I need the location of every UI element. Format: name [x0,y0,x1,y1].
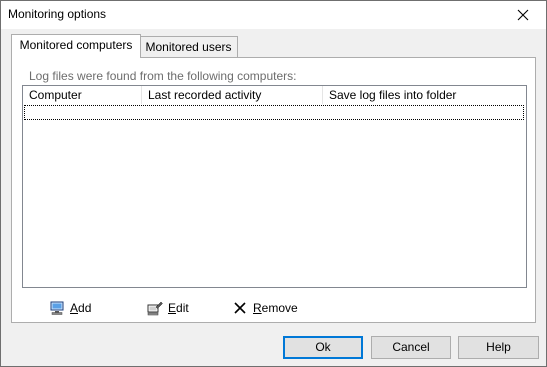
tab-label: Monitored users [145,40,232,54]
ok-button[interactable]: Ok [283,336,363,359]
add-label: Add [70,301,92,315]
info-label: Log files were found from the following … [29,69,297,83]
help-button[interactable]: Help [458,336,539,359]
computers-list[interactable]: Computer Last recorded activity Save log… [22,85,527,288]
edit-button[interactable]: Edit [146,298,189,318]
edit-label: Edit [168,301,189,315]
monitoring-options-dialog: Monitoring options Monitored computers M… [0,0,547,367]
help-label: Help [486,340,511,354]
list-focus-row[interactable] [24,105,524,120]
ok-label: Ok [315,340,331,354]
remove-button[interactable]: Remove [231,298,298,318]
tab-label: Monitored computers [19,38,133,52]
window-title: Monitoring options [8,7,107,21]
computer-add-icon [48,299,66,317]
column-header-last-activity[interactable]: Last recorded activity [142,86,323,104]
add-button[interactable]: Add [48,298,91,318]
remove-x-icon [231,299,249,317]
list-header: Computer Last recorded activity Save log… [23,86,526,104]
cancel-button[interactable]: Cancel [371,336,451,359]
tab-monitored-users[interactable]: Monitored users [139,36,238,57]
computer-edit-icon [146,299,164,317]
column-header-computer[interactable]: Computer [23,86,142,104]
title-bar[interactable]: Monitoring options [1,1,546,29]
tab-monitored-computers[interactable]: Monitored computers [11,34,141,58]
cancel-label: Cancel [392,340,430,354]
remove-label: Remove [253,301,298,315]
column-header-save-folder[interactable]: Save log files into folder [323,86,526,104]
close-icon [517,9,529,21]
tab-panel-monitored-computers: Log files were found from the following … [11,57,536,323]
close-button[interactable] [500,1,546,29]
